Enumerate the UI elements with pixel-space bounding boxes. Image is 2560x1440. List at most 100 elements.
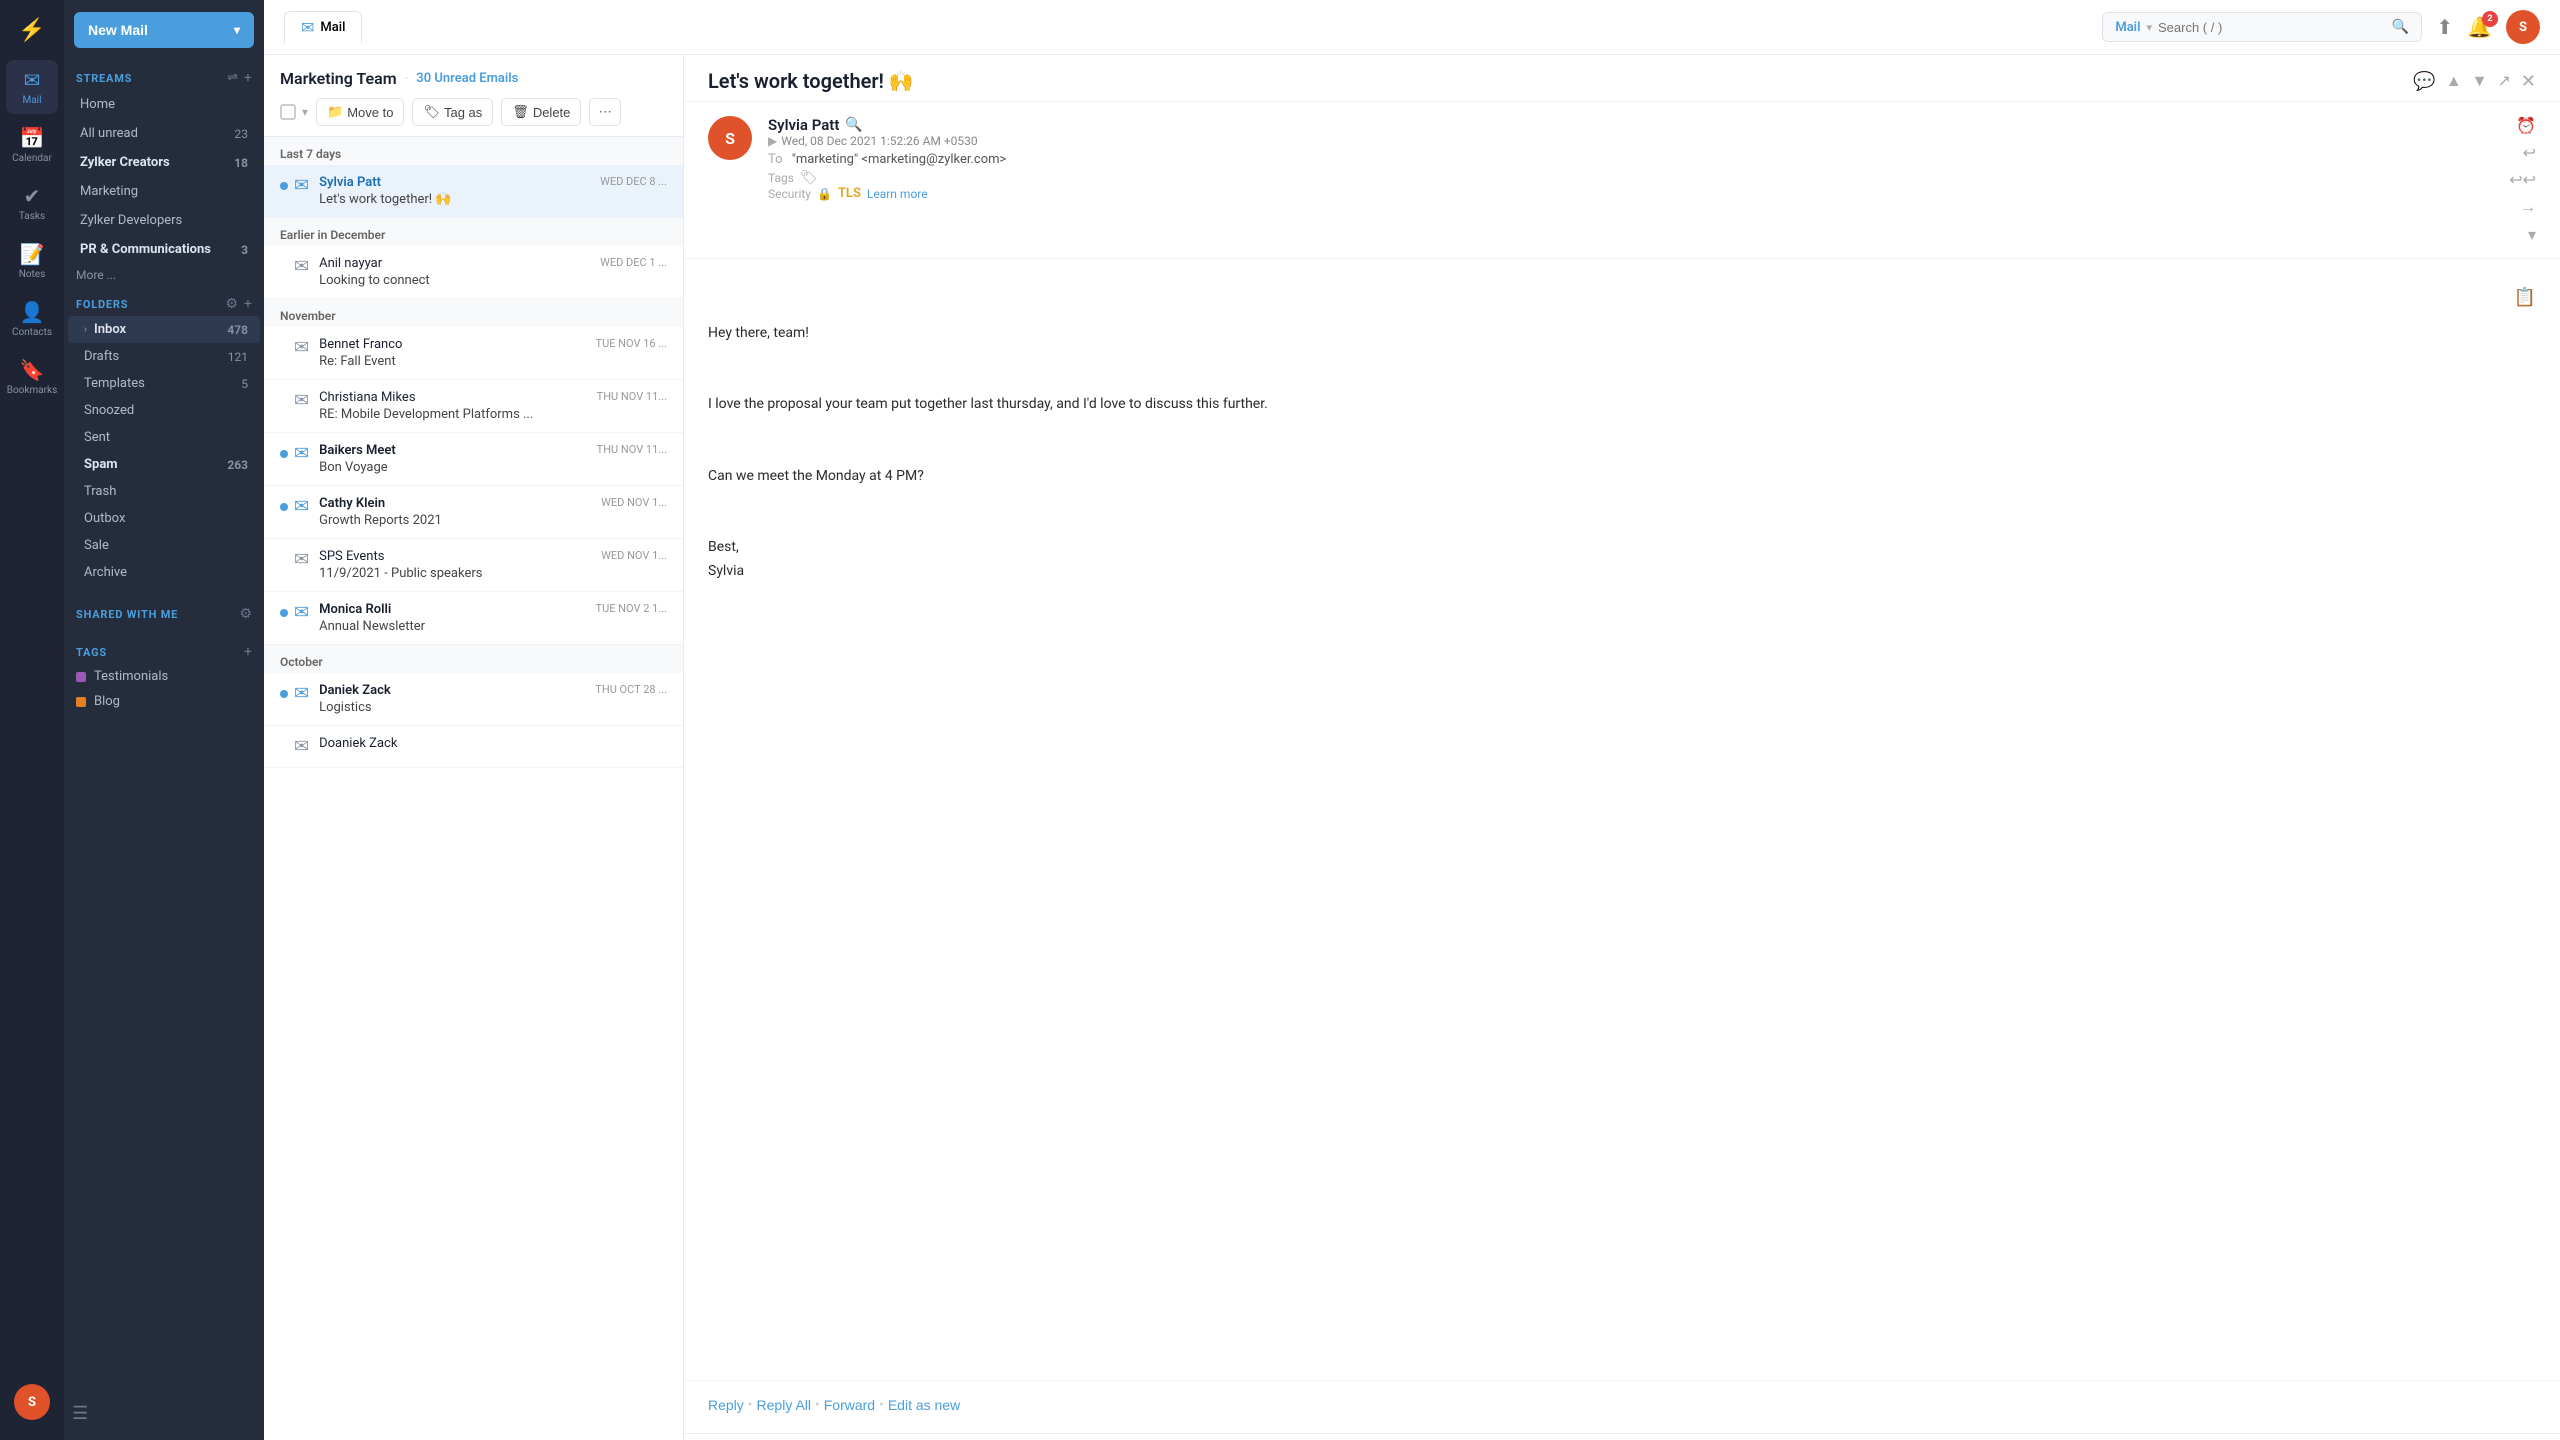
stream-item-zylkercreators[interactable]: Zylker Creators 18 (68, 148, 260, 177)
reply-all-icon[interactable]: ↩↩ (2509, 170, 2536, 189)
tag-as-button[interactable]: 🏷 Tag as (412, 98, 493, 126)
sidebar-item-notes[interactable]: 📝 Notes (6, 234, 58, 288)
expand-icon[interactable]: ↗ (2498, 71, 2511, 92)
delete-label: Delete (533, 105, 571, 120)
mail-item[interactable]: ✉ Daniek Zack Logistics THU OCT 28 ... (264, 673, 683, 726)
mail-item[interactable]: ✉ Cathy Klein Growth Reports 2021 WED NO… (264, 486, 683, 539)
sharedwithme-section-header: SHARED WITH ME ⚙ (64, 596, 264, 626)
learn-more-link[interactable]: Learn more (867, 187, 928, 201)
mail-unread-icon: ✉ (294, 175, 309, 196)
forward-button[interactable]: Forward (824, 1393, 875, 1417)
mail-subject: Annual Newsletter (319, 619, 577, 634)
mail-content: Sylvia Patt Let's work together! 🙌 (319, 175, 582, 207)
tags-add-icon[interactable]: + (244, 644, 252, 660)
mail-date: THU NOV 11... (597, 390, 667, 403)
folder-item-archive[interactable]: Archive (68, 559, 260, 586)
stream-item-zylkerdevs[interactable]: Zylker Developers (68, 206, 260, 235)
more-actions-icon[interactable]: ▾ (2528, 225, 2536, 244)
prev-email-icon[interactable]: ▲ (2446, 71, 2462, 92)
folder-item-snoozed[interactable]: Snoozed (68, 397, 260, 424)
topbar-avatar[interactable]: S (2506, 10, 2540, 44)
folders-add-icon[interactable]: + (244, 296, 252, 312)
new-mail-button[interactable]: New Mail ▾ (74, 12, 254, 48)
folder-label-archive: Archive (84, 565, 127, 580)
folder-item-trash[interactable]: Trash (68, 478, 260, 505)
view-mode-icon[interactable]: 📋 (2514, 283, 2536, 314)
mail-list-header: Marketing Team · 30 Unread Emails ▾ 📁 Mo… (264, 55, 683, 137)
reply-icon[interactable]: ↩ (2523, 143, 2536, 162)
folder-item-spam[interactable]: Spam 263 (68, 451, 260, 478)
stream-item-home[interactable]: Home (68, 90, 260, 119)
tag-item-testimonials[interactable]: Testimonials (64, 664, 264, 689)
mail-item-left: ✉ (280, 549, 309, 570)
delete-button[interactable]: 🗑 Delete (501, 98, 581, 126)
forward-icon[interactable]: → (2520, 197, 2536, 217)
select-all-checkbox[interactable] (280, 104, 296, 120)
mail-tab[interactable]: ✉ Mail (284, 11, 362, 43)
folder-label-drafts: Drafts (84, 349, 119, 364)
mail-item[interactable]: ✉ Baikers Meet Bon Voyage THU NOV 11... (264, 433, 683, 486)
shared-settings-icon[interactable]: ⚙ (239, 606, 252, 622)
streams-add-icon[interactable]: + (244, 70, 252, 86)
tag-item-blog[interactable]: Blog (64, 689, 264, 714)
search-box[interactable]: Mail ▾ 🔍 (2102, 12, 2422, 42)
stream-item-allunread[interactable]: All unread 23 (68, 119, 260, 148)
unread-indicator (280, 503, 288, 511)
user-avatar[interactable]: S (14, 1384, 50, 1420)
sidebar-item-label-contacts: Contacts (12, 327, 52, 338)
mail-subject: Re: Fall Event (319, 354, 577, 369)
next-email-icon[interactable]: ▼ (2472, 71, 2488, 92)
stream-item-prcomms[interactable]: PR & Communications 3 (68, 235, 260, 264)
folder-item-templates[interactable]: Templates 5 (68, 370, 260, 397)
mail-item[interactable]: ✉ Doaniek Zack (264, 726, 683, 768)
stream-item-marketing[interactable]: Marketing (68, 177, 260, 206)
folder-item-outbox[interactable]: Outbox (68, 505, 260, 532)
sidebar-item-contacts[interactable]: 👤 Contacts (6, 292, 58, 346)
stream-label-marketing: Marketing (80, 184, 138, 199)
sidebar-item-calendar[interactable]: 📅 Calendar (6, 118, 58, 172)
notification-badge: 2 (2482, 11, 2498, 27)
move-to-button[interactable]: 📁 Move to (316, 98, 404, 126)
streams-filter-icon[interactable]: ⇌ (227, 70, 238, 86)
sidebar-item-mail[interactable]: ✉ Mail (6, 60, 58, 114)
mail-item[interactable]: ✉ Bennet Franco Re: Fall Event TUE NOV 1… (264, 327, 683, 380)
expand-comment-icon[interactable]: 💬 (2413, 71, 2435, 92)
folder-count-templates: 5 (241, 377, 248, 391)
collapse-sidebar-icon[interactable]: ☰ (72, 1403, 88, 1424)
reply-button[interactable]: Reply (708, 1393, 744, 1417)
folder-label-snoozed: Snoozed (84, 403, 134, 418)
reply-all-button[interactable]: Reply All (757, 1393, 811, 1417)
checkbox-row: ▾ (280, 104, 308, 120)
edit-as-new-button[interactable]: Edit as new (888, 1393, 960, 1417)
mail-read-icon: ✉ (294, 736, 309, 757)
close-email-icon[interactable]: ✕ (2521, 71, 2536, 92)
sidebar-item-label-notes: Notes (19, 269, 46, 280)
mail-item[interactable]: ✉ SPS Events 11/9/2021 - Public speakers… (264, 539, 683, 592)
to-label: To (768, 152, 783, 167)
cloud-upload-icon[interactable]: ⬆ (2436, 15, 2453, 39)
folder-item-sent[interactable]: Sent (68, 424, 260, 451)
search-sender-icon[interactable]: 🔍 (845, 117, 862, 133)
sidebar-item-bookmarks[interactable]: 🔖 Bookmarks (6, 350, 58, 404)
checkbox-dropdown-arrow[interactable]: ▾ (302, 105, 308, 119)
sidebar-item-tasks[interactable]: ✔ Tasks (6, 176, 58, 230)
mail-item[interactable]: ✉ Sylvia Patt Let's work together! 🙌 WED… (264, 165, 683, 218)
mail-date: WED NOV 1... (601, 496, 667, 509)
streams-more[interactable]: More ... (64, 264, 264, 286)
tags-add-icon[interactable]: 🏷 (800, 170, 818, 186)
mail-item[interactable]: ✉ Monica Rolli Annual Newsletter TUE NOV… (264, 592, 683, 645)
zylker-logo-icon: ⚡ (16, 14, 48, 46)
folder-item-sale[interactable]: Sale (68, 532, 260, 559)
move-to-label: Move to (347, 105, 393, 120)
folders-settings-icon[interactable]: ⚙ (225, 296, 238, 312)
folder-item-inbox[interactable]: › Inbox 478 (68, 316, 260, 343)
mail-item[interactable]: ✉ Christiana Mikes RE: Mobile Developmen… (264, 380, 683, 433)
folder-item-drafts[interactable]: Drafts 121 (68, 343, 260, 370)
reminder-icon[interactable]: ⏰ (2516, 116, 2536, 135)
mail-item[interactable]: ✉ Anil nayyar Looking to connect WED DEC… (264, 246, 683, 299)
mail-sender: Monica Rolli (319, 602, 577, 617)
search-input[interactable] (2158, 20, 2386, 35)
notifications-icon[interactable]: 🔔 2 (2467, 15, 2492, 39)
tag-icon: 🏷 (423, 104, 440, 120)
more-actions-button[interactable]: ⋯ (589, 98, 620, 126)
